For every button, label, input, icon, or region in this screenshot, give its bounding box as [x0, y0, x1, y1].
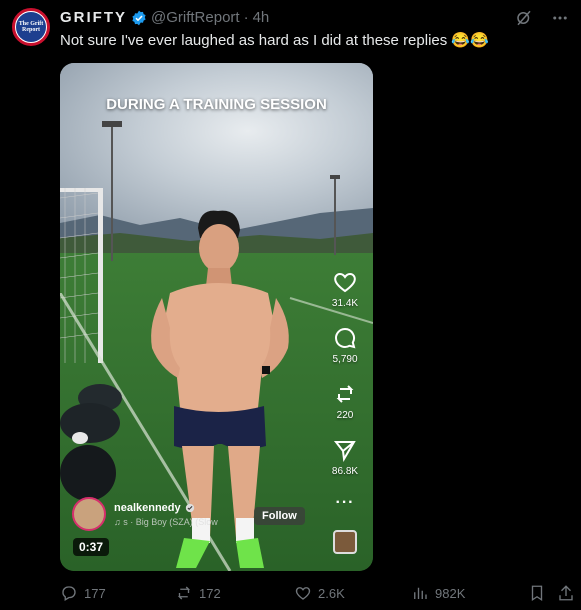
video-share-button[interactable]: 86.8K: [332, 438, 358, 477]
view-count: 982K: [435, 585, 466, 601]
repost-icon: [177, 586, 191, 600]
repost-count: 172: [199, 585, 221, 601]
equipment-bags-graphic: [60, 384, 122, 501]
video-side-actions: 31.4K 5,790 220 86.8K ···: [325, 270, 365, 554]
video-more-icon[interactable]: ···: [336, 494, 355, 512]
video-duration-badge: 0:37: [73, 538, 110, 556]
reply-button[interactable]: 177: [60, 584, 106, 602]
video-comment-count: 5,790: [332, 354, 358, 365]
header-separator: ·: [243, 9, 249, 26]
reply-icon: [62, 586, 76, 601]
creator-info: nealkennedy ♫ s · Big Boy (SZA) (Slow: [72, 497, 218, 531]
post-timestamp[interactable]: 4h: [253, 9, 270, 26]
author-handle[interactable]: @GriftReport: [151, 9, 240, 26]
comment-bubble-icon: [335, 327, 356, 349]
avatar-logo-text: The Grift Report: [18, 21, 44, 33]
creator-verified-icon: [185, 503, 194, 512]
author-avatar[interactable]: The Grift Report: [12, 8, 50, 46]
video-like-count: 31.4K: [331, 298, 359, 309]
repost-icon: [336, 385, 354, 403]
creator-username[interactable]: nealkennedy: [114, 502, 181, 514]
share-button[interactable]: [557, 584, 575, 602]
send-icon: [333, 441, 356, 462]
more-options-icon[interactable]: [551, 9, 569, 27]
author-name[interactable]: GRIFTY: [60, 9, 127, 26]
bookmark-icon: [531, 585, 543, 602]
post-header: GRIFTY @GriftReport · 4h: [60, 9, 269, 26]
creator-song: ♫ s · Big Boy (SZA) (Slow: [114, 516, 218, 527]
video-comment-button[interactable]: 5,790: [332, 326, 358, 365]
grok-icon[interactable]: [515, 9, 533, 27]
creator-avatar[interactable]: [72, 497, 106, 531]
follow-button[interactable]: Follow: [254, 507, 305, 525]
post-text: Not sure I've ever laughed as hard as I …: [60, 32, 489, 49]
video-repost-button[interactable]: 220: [333, 382, 357, 421]
music-disc-thumbnail[interactable]: [333, 530, 357, 554]
like-count: 2.6K: [318, 585, 345, 601]
share-upload-icon: [559, 585, 573, 601]
heart-icon: [295, 587, 311, 600]
bookmark-button[interactable]: [528, 584, 546, 602]
views-button[interactable]: 982K: [411, 584, 465, 602]
post-top-controls: [515, 9, 569, 27]
verified-badge-icon: [132, 10, 146, 25]
like-button[interactable]: 2.6K: [294, 584, 345, 602]
video-like-button[interactable]: 31.4K: [332, 270, 358, 309]
analytics-bars-icon: [414, 587, 427, 599]
heart-icon: [334, 272, 356, 293]
repost-button[interactable]: 172: [175, 584, 221, 602]
embedded-video[interactable]: DURING A TRAINING SESSION 31.4K 5,790 22…: [60, 63, 373, 571]
light-pole-graphic: [330, 175, 340, 255]
video-caption-overlay: DURING A TRAINING SESSION: [106, 96, 327, 113]
reply-count: 177: [84, 585, 106, 601]
light-pole-graphic: [102, 121, 122, 261]
video-repost-count: 220: [336, 410, 354, 421]
video-share-count: 86.8K: [331, 466, 359, 477]
